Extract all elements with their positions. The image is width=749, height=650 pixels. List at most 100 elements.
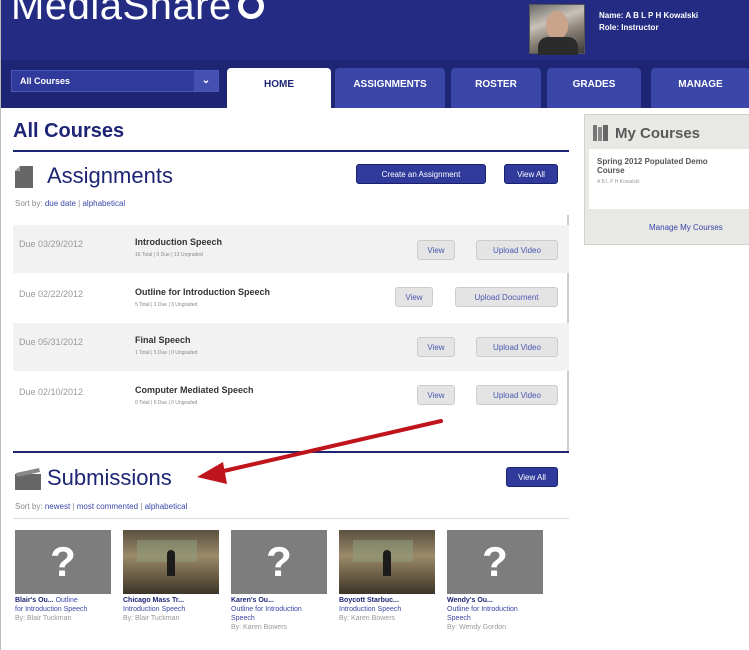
submission-author: By: Karen Bowers <box>339 615 396 622</box>
assignment-title[interactable]: Introduction Speech <box>135 237 222 247</box>
upload-video-button[interactable]: Upload Video <box>476 385 558 405</box>
title-divider <box>13 150 569 152</box>
submission-author: By: Wendy Gordon <box>447 624 507 631</box>
sort-alphabetical-link[interactable]: alphabetical <box>82 199 125 208</box>
upload-document-button[interactable]: Upload Document <box>455 287 558 307</box>
view-button[interactable]: View <box>417 385 455 405</box>
tab-grades-label: GRADES <box>572 79 616 90</box>
assignment-title[interactable]: Computer Mediated Speech <box>135 385 254 395</box>
assignment-stats: 0 Total | 6 Due | 0 Ungraded <box>135 400 198 406</box>
submissions-view-all-button[interactable]: View All <box>506 467 558 487</box>
submission-info: Boycott Starbuc... Introduction Speech B… <box>339 594 435 623</box>
assignment-stats: 1 Total | 5 Due | 0 Ungraded <box>135 350 198 356</box>
sort-divider <box>13 518 569 519</box>
submission-card[interactable]: ? Blair's Ou... Outline for Introduction… <box>15 530 111 650</box>
books-icon <box>593 125 608 141</box>
submission-author: By: Blair Tuckman <box>15 615 72 622</box>
tab-manage-label: MANAGE <box>678 79 723 90</box>
submission-card[interactable]: ? Wendy's Ou... Outline for Introduction… <box>447 530 543 650</box>
assignment-due: Due 02/22/2012 <box>19 289 84 299</box>
assignments-view-all-button[interactable]: View All <box>504 164 558 184</box>
assignment-due: Due 02/10/2012 <box>19 387 84 397</box>
question-mark-icon: ? <box>266 538 292 585</box>
upload-video-button[interactable]: Upload Video <box>476 240 558 260</box>
assignments-list: Due 03/29/2012 Introduction Speech 16 To… <box>13 215 569 451</box>
assignment-row: Due 03/29/2012 Introduction Speech 16 To… <box>13 225 569 273</box>
submission-assignment-inline[interactable]: Outline <box>56 597 78 604</box>
submission-name[interactable]: Wendy's Ou... <box>447 597 493 604</box>
manage-my-courses-link[interactable]: Manage My Courses <box>649 223 723 232</box>
submission-thumbnail[interactable]: ? <box>447 530 543 594</box>
submission-info: Blair's Ou... Outline for Introduction S… <box>15 594 111 623</box>
submission-name[interactable]: Boycott Starbuc... <box>339 597 399 604</box>
submission-card[interactable]: ? Karen's Ou... Outline for Introduction… <box>231 530 327 650</box>
question-mark-icon: ? <box>50 538 76 585</box>
assignment-stats: 5 Total | 1 Due | 3 Ungraded <box>135 302 198 308</box>
chevron-down-icon[interactable]: ⌄ <box>194 71 218 91</box>
submission-thumbnail[interactable]: ? <box>231 530 327 594</box>
sort-due-date-link[interactable]: due date <box>45 199 76 208</box>
submission-thumbnail[interactable]: ? <box>15 530 111 594</box>
assignment-row: Due 02/10/2012 Computer Mediated Speech … <box>13 373 569 421</box>
logo-ring-icon <box>237 0 264 20</box>
submissions-heading: Submissions <box>47 465 172 490</box>
submission-assignment[interactable]: for Introduction Speech <box>15 606 87 613</box>
assignment-document-icon <box>15 166 33 188</box>
submission-assignment[interactable]: Outline for Introduction Speech <box>231 606 302 622</box>
view-button[interactable]: View <box>395 287 433 307</box>
sort-alphabetical-link[interactable]: alphabetical <box>145 502 188 511</box>
tab-home[interactable]: HOME <box>227 68 331 108</box>
submissions-sort: Sort by: newest | most commented | alpha… <box>15 502 188 511</box>
submission-assignment[interactable]: Outline for Introduction Speech <box>447 606 518 622</box>
tab-manage[interactable]: MANAGE <box>651 68 749 108</box>
submission-card[interactable]: Chicago Mass Tr... Introduction Speech B… <box>123 530 219 650</box>
submission-name[interactable]: Chicago Mass Tr... <box>123 597 184 604</box>
submission-info: Wendy's Ou... Outline for Introduction S… <box>447 594 543 632</box>
assignment-title[interactable]: Final Speech <box>135 335 191 345</box>
submission-assignment[interactable]: Introduction Speech <box>339 606 401 613</box>
assignment-due: Due 03/29/2012 <box>19 239 84 249</box>
submission-assignment[interactable]: Introduction Speech <box>123 606 185 613</box>
view-button[interactable]: View <box>417 337 455 357</box>
course-select-value: All Courses <box>20 76 71 86</box>
view-button[interactable]: View <box>417 240 455 260</box>
my-courses-list: Spring 2012 Populated Demo Course A B L … <box>589 149 749 209</box>
logo-text: MediaShare <box>11 0 232 28</box>
submissions-divider <box>13 451 569 453</box>
submission-author: By: Blair Tuckman <box>123 615 180 622</box>
submissions-film-icon <box>15 468 41 490</box>
tab-roster[interactable]: ROSTER <box>451 68 541 108</box>
user-avatar <box>529 4 585 55</box>
my-courses-header: My Courses <box>585 115 749 149</box>
course-link[interactable]: Spring 2012 Populated Demo Course <box>597 157 727 175</box>
assignments-heading: Assignments <box>47 163 173 188</box>
assignment-row: Due 02/22/2012 Outline for Introduction … <box>13 275 569 323</box>
avatar-shirt <box>538 37 578 55</box>
user-name: Name: A B L P H Kowalski <box>599 11 699 20</box>
submission-thumbnail[interactable] <box>339 530 435 594</box>
user-role: Role: Instructor <box>599 23 659 32</box>
sort-newest-link[interactable]: newest <box>45 502 70 511</box>
submission-info: Chicago Mass Tr... Introduction Speech B… <box>123 594 219 623</box>
tab-grades[interactable]: GRADES <box>547 68 641 108</box>
submission-name[interactable]: Blair's Ou... <box>15 597 54 604</box>
assignment-due: Due 05/31/2012 <box>19 337 84 347</box>
create-assignment-button[interactable]: Create an Assignment <box>356 164 486 184</box>
submission-info: Karen's Ou... Outline for Introduction S… <box>231 594 327 632</box>
my-courses-panel: My Courses Spring 2012 Populated Demo Co… <box>584 114 749 245</box>
sort-most-commented-link[interactable]: most commented <box>77 502 138 511</box>
course-select[interactable]: All Courses ⌄ <box>11 70 219 92</box>
tab-assignments[interactable]: ASSIGNMENTS <box>335 68 445 108</box>
assignment-title[interactable]: Outline for Introduction Speech <box>135 287 270 297</box>
assignment-row: Due 05/31/2012 Final Speech 1 Total | 5 … <box>13 323 569 371</box>
app-logo[interactable]: MediaShare <box>11 0 264 29</box>
user-info: Name: A B L P H Kowalski Role: Instructo… <box>599 10 698 34</box>
page-frame: MediaShare Name: A B L P H Kowalski Role… <box>0 0 749 650</box>
submission-name[interactable]: Karen's Ou... <box>231 597 274 604</box>
tab-home-label: HOME <box>264 79 294 90</box>
upload-video-button[interactable]: Upload Video <box>476 337 558 357</box>
submission-card[interactable]: Boycott Starbuc... Introduction Speech B… <box>339 530 435 650</box>
submission-thumbnail[interactable] <box>123 530 219 594</box>
sort-prefix: Sort by: <box>15 502 43 511</box>
page-title: All Courses <box>13 120 125 142</box>
